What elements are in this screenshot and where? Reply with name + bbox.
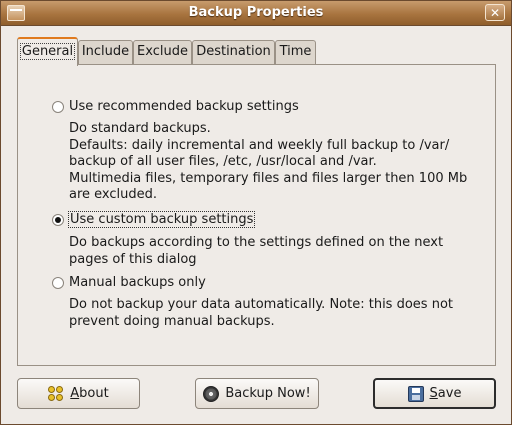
- radio-button[interactable]: [52, 100, 64, 113]
- tab-exclude-label: Exclude: [137, 44, 188, 59]
- custom-settings-radio[interactable]: Use custom backup settings: [52, 211, 256, 228]
- description-line: are excluded.: [69, 187, 158, 202]
- dialog-window: Backup Properties ✕ General Include Excl…: [0, 0, 512, 425]
- tab-time-label: Time: [279, 44, 312, 59]
- manual-backups-radio[interactable]: Manual backups only: [52, 275, 206, 290]
- backup-now-label: Backup Now!: [225, 386, 311, 401]
- manual-backups-description: Do not backup your data automatically. N…: [69, 297, 469, 330]
- window-title: Backup Properties: [188, 5, 324, 20]
- description-line: Multimedia files, temporary files and fi…: [69, 170, 468, 186]
- description-line: Defaults: daily incremental and weekly f…: [69, 137, 450, 153]
- tab-time[interactable]: Time: [275, 40, 316, 64]
- manual-backups-label: Manual backups only: [69, 275, 206, 290]
- recommended-settings-radio[interactable]: Use recommended backup settings: [52, 99, 299, 114]
- description-line: pages of this dialog: [69, 251, 197, 267]
- backup-now-button[interactable]: Backup Now!: [195, 378, 319, 409]
- about-label: About: [70, 386, 109, 401]
- custom-settings-description: Do backups according to the settings def…: [69, 235, 469, 268]
- floppy-disk-icon: [407, 385, 424, 402]
- recommended-settings-label: Use recommended backup settings: [69, 99, 299, 114]
- description-line: Do standard backups.: [69, 121, 211, 136]
- tab-include[interactable]: Include: [78, 40, 133, 64]
- description-line: Do backups according to the settings def…: [69, 235, 444, 250]
- gear-icon: [203, 385, 220, 402]
- description-line: prevent doing manual backups.: [69, 313, 275, 329]
- tab-exclude[interactable]: Exclude: [133, 40, 192, 64]
- radio-button[interactable]: [52, 276, 64, 289]
- tab-destination-label: Destination: [196, 44, 271, 59]
- general-panel: Use recommended backup settings Do stand…: [17, 64, 496, 366]
- about-button[interactable]: About: [17, 378, 140, 409]
- about-icon: [48, 385, 64, 402]
- tab-general-label: General: [19, 43, 76, 60]
- custom-settings-label: Use custom backup settings: [67, 211, 256, 228]
- recommended-settings-description: Do standard backups. Defaults: daily inc…: [69, 121, 469, 204]
- tab-include-label: Include: [81, 44, 130, 59]
- tab-general[interactable]: General: [17, 37, 78, 66]
- save-label: Save: [429, 386, 462, 401]
- radio-button-checked[interactable]: [52, 213, 64, 226]
- title-bar[interactable]: Backup Properties ✕: [1, 1, 511, 26]
- description-line: backup of all user files, /etc, /usr/loc…: [69, 154, 377, 169]
- tab-destination[interactable]: Destination: [192, 40, 275, 64]
- save-button[interactable]: Save: [373, 378, 496, 409]
- description-line: Do not backup your data automatically. N…: [69, 297, 453, 312]
- close-icon[interactable]: ✕: [485, 4, 505, 21]
